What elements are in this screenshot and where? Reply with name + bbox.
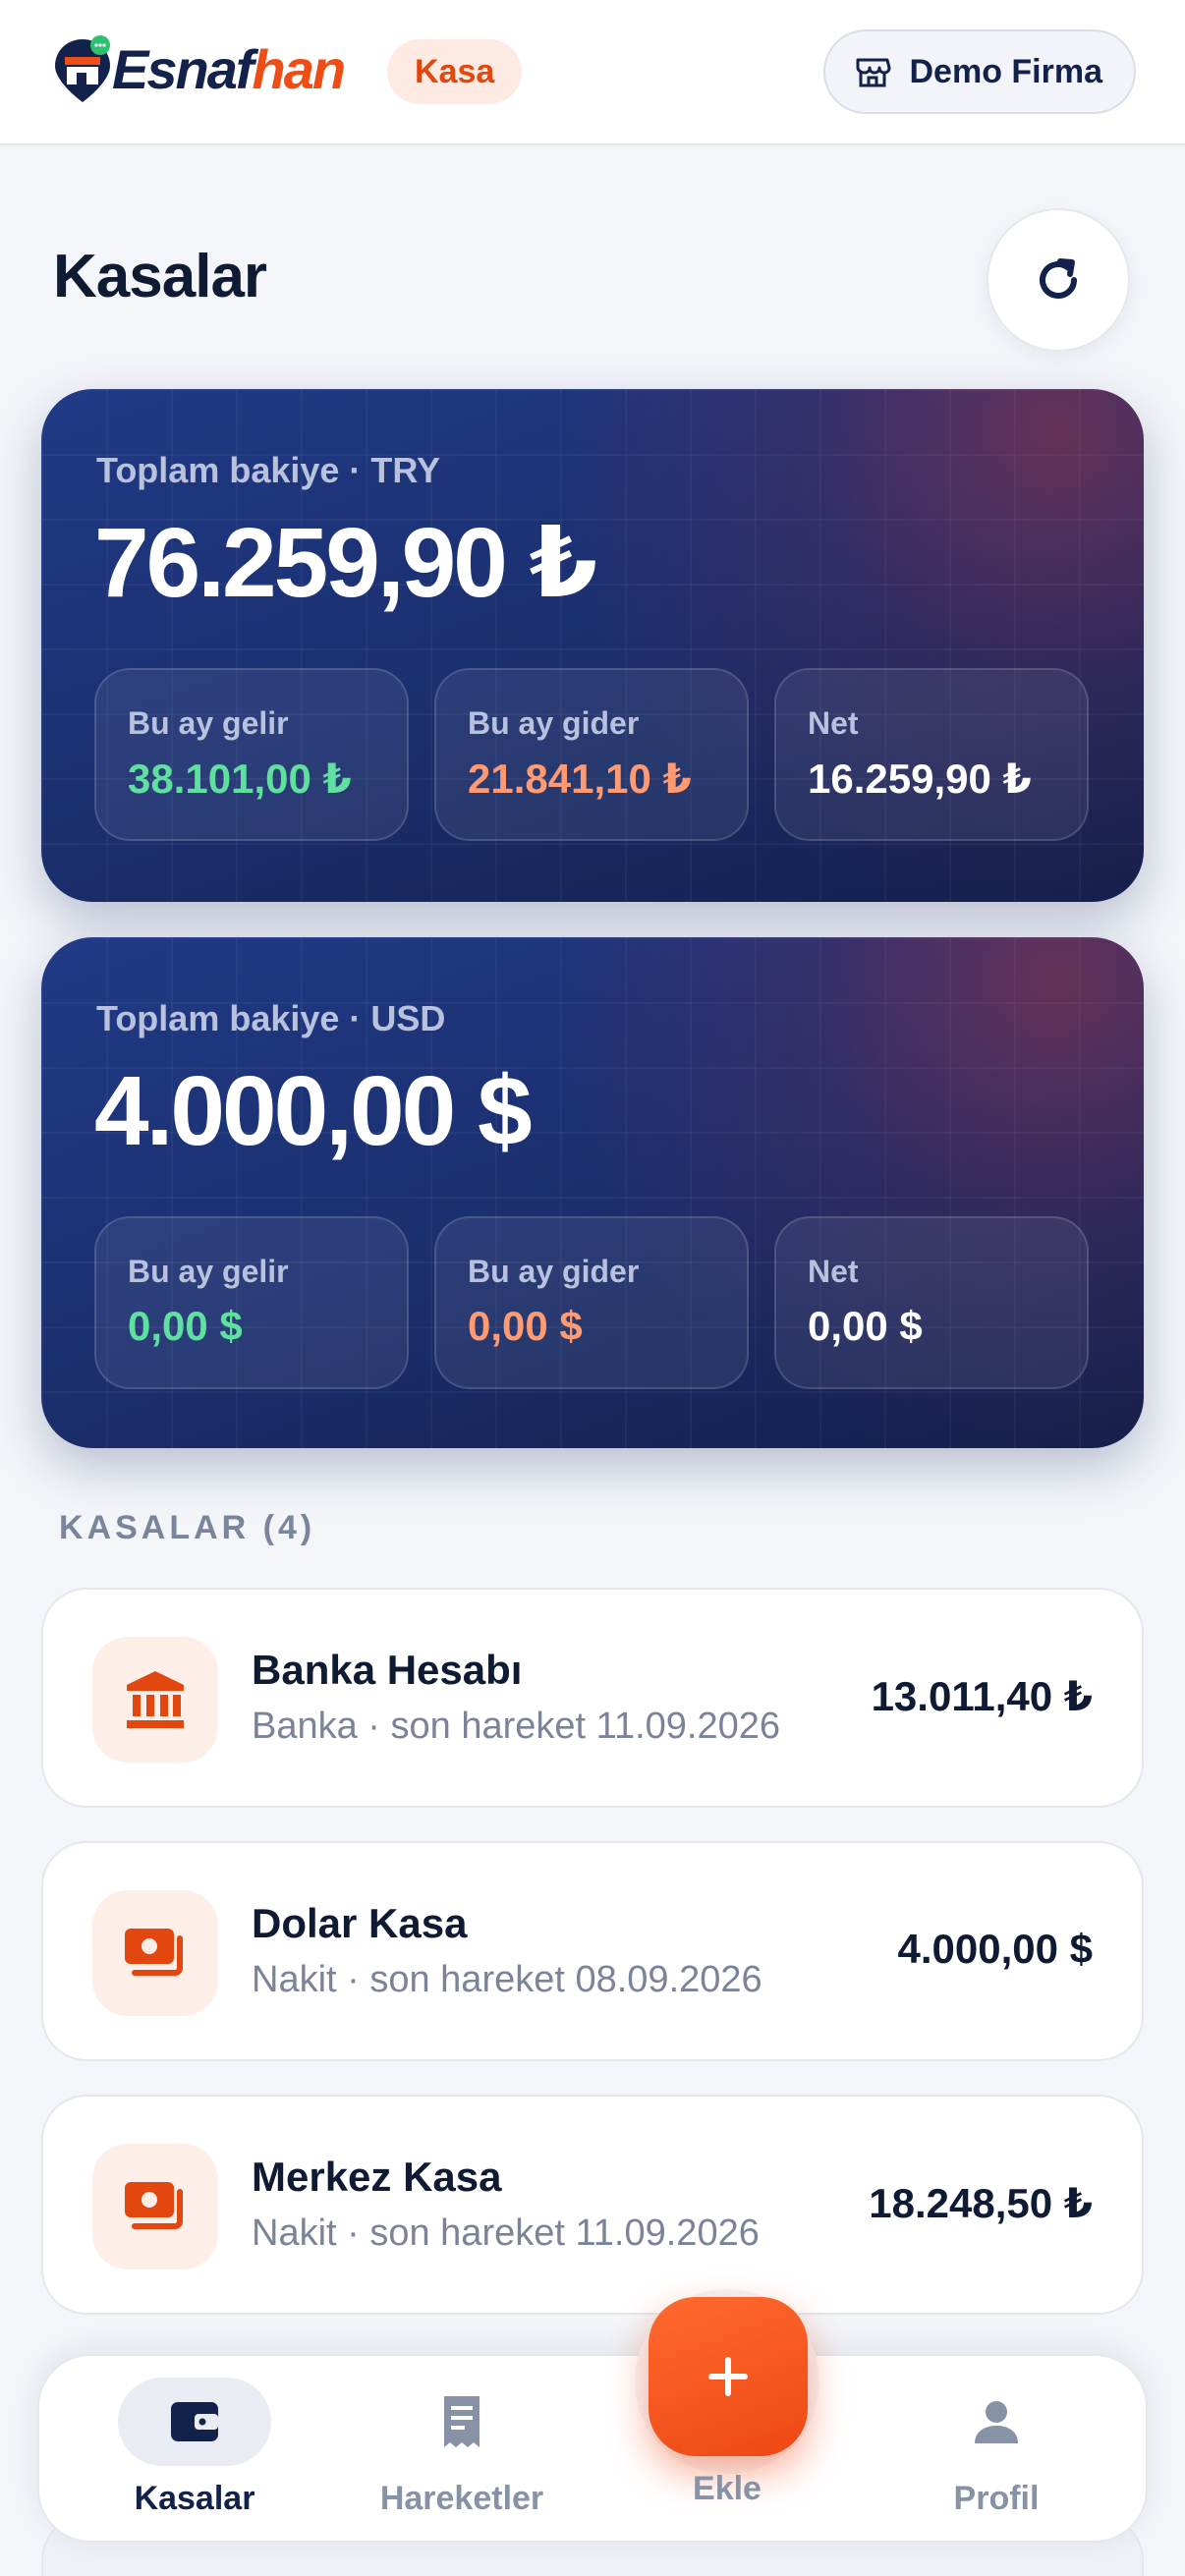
income-label: Bu ay gelir xyxy=(128,1254,289,1289)
income-stat: Bu ay gelir 0,00 $ xyxy=(94,1216,409,1389)
balance-label: Toplam bakiye · USD xyxy=(96,998,446,1038)
logo-wordmark: Esnafhan xyxy=(112,37,347,102)
company-name: Demo Firma xyxy=(909,52,1103,90)
net-stat: Net 0,00 $ xyxy=(774,1216,1089,1389)
account-name: Dolar Kasa xyxy=(252,1900,468,1946)
account-balance: 18.248,50 ₺ xyxy=(869,2180,1093,2226)
net-value: 0,00 $ xyxy=(808,1303,923,1349)
nav-label: Hareketler xyxy=(379,2480,544,2517)
income-label: Bu ay gelir xyxy=(128,705,289,741)
nav-icon-container xyxy=(385,2378,538,2466)
store-logo-icon xyxy=(55,35,110,102)
cash-icon xyxy=(125,1929,183,1976)
account-icon-container xyxy=(92,2144,218,2269)
balance-card-usd[interactable]: Toplam bakiye · USD 4.000,00 $ Bu ay gel… xyxy=(41,937,1144,1448)
net-stat: Net 16.259,90 ₺ xyxy=(774,668,1089,841)
nav-item-kasalar[interactable]: Kasalar xyxy=(79,2356,310,2545)
net-label: Net xyxy=(808,1254,859,1289)
cash-icon xyxy=(125,2182,183,2229)
income-value: 38.101,00 ₺ xyxy=(128,756,352,802)
account-name: Banka Hesabı xyxy=(252,1647,523,1693)
bank-icon xyxy=(127,1671,184,1728)
nav-item-hareketler[interactable]: Hareketler xyxy=(346,2356,578,2545)
nav-label: Profil xyxy=(953,2480,1040,2517)
company-switch-button[interactable]: Demo Firma xyxy=(822,29,1136,114)
account-balance: 4.000,00 $ xyxy=(897,1926,1093,1972)
person-icon xyxy=(975,2401,1018,2443)
balance-amount: 4.000,00 $ xyxy=(94,1056,533,1166)
account-icon-container xyxy=(92,1890,218,2016)
income-value: 0,00 $ xyxy=(128,1303,243,1349)
expense-label: Bu ay gider xyxy=(468,705,640,741)
expense-stat: Bu ay gider 0,00 $ xyxy=(434,1216,749,1389)
refresh-icon xyxy=(1040,258,1077,299)
expense-label: Bu ay gider xyxy=(468,1254,640,1289)
account-row-merkez-kasa[interactable]: Merkez Kasa Nakit · son hareket 11.09.20… xyxy=(41,2095,1144,2315)
add-button[interactable] xyxy=(649,2297,808,2456)
balance-card-try[interactable]: Toplam bakiye · TRY 76.259,90 ₺ Bu ay ge… xyxy=(41,389,1144,902)
net-label: Net xyxy=(808,705,859,741)
logo-text-accent: han xyxy=(252,38,347,100)
account-row-bank[interactable]: Banka Hesabı Banka · son hareket 11.09.2… xyxy=(41,1588,1144,1808)
bottom-navigation: Kasalar Hareketler Profil xyxy=(37,2354,1148,2543)
plus-icon xyxy=(708,2357,748,2396)
balance-amount: 76.259,90 ₺ xyxy=(94,508,597,618)
app-logo[interactable]: Esnafhan xyxy=(51,35,366,106)
add-button-label: Ekle xyxy=(693,2470,762,2507)
expense-stat: Bu ay gider 21.841,10 ₺ xyxy=(434,668,749,841)
expense-value: 0,00 $ xyxy=(468,1303,583,1349)
refresh-button[interactable] xyxy=(987,208,1130,352)
storefront-icon xyxy=(856,58,890,87)
account-balance: 13.011,40 ₺ xyxy=(871,1673,1093,1719)
net-value: 16.259,90 ₺ xyxy=(808,756,1032,802)
nav-active-indicator xyxy=(118,2378,271,2466)
page-title: Kasalar xyxy=(53,243,267,310)
account-row-dolar-kasa[interactable]: Dolar Kasa Nakit · son hareket 08.09.202… xyxy=(41,1841,1144,2061)
income-stat: Bu ay gelir 38.101,00 ₺ xyxy=(94,668,409,841)
account-subtitle: Nakit · son hareket 08.09.2026 xyxy=(252,1959,762,2000)
section-badge: Kasa xyxy=(387,39,523,104)
nav-item-profil[interactable]: Profil xyxy=(880,2356,1112,2545)
balance-label: Toplam bakiye · TRY xyxy=(96,450,441,490)
wallet-icon xyxy=(171,2402,218,2441)
accounts-section-label: KASALAR (4) xyxy=(59,1509,316,1546)
nav-label: Kasalar xyxy=(134,2480,255,2517)
account-subtitle: Nakit · son hareket 11.09.2026 xyxy=(252,2212,760,2254)
nav-icon-container xyxy=(920,2378,1073,2466)
account-subtitle: Banka · son hareket 11.09.2026 xyxy=(252,1706,781,1747)
app-header: Esnafhan Kasa Demo Firma xyxy=(0,0,1185,145)
account-name: Merkez Kasa xyxy=(252,2154,502,2200)
expense-value: 21.841,10 ₺ xyxy=(468,756,692,802)
logo-text-primary: Esnaf xyxy=(112,38,254,100)
account-icon-container xyxy=(92,1637,218,1763)
receipt-icon xyxy=(444,2396,480,2447)
